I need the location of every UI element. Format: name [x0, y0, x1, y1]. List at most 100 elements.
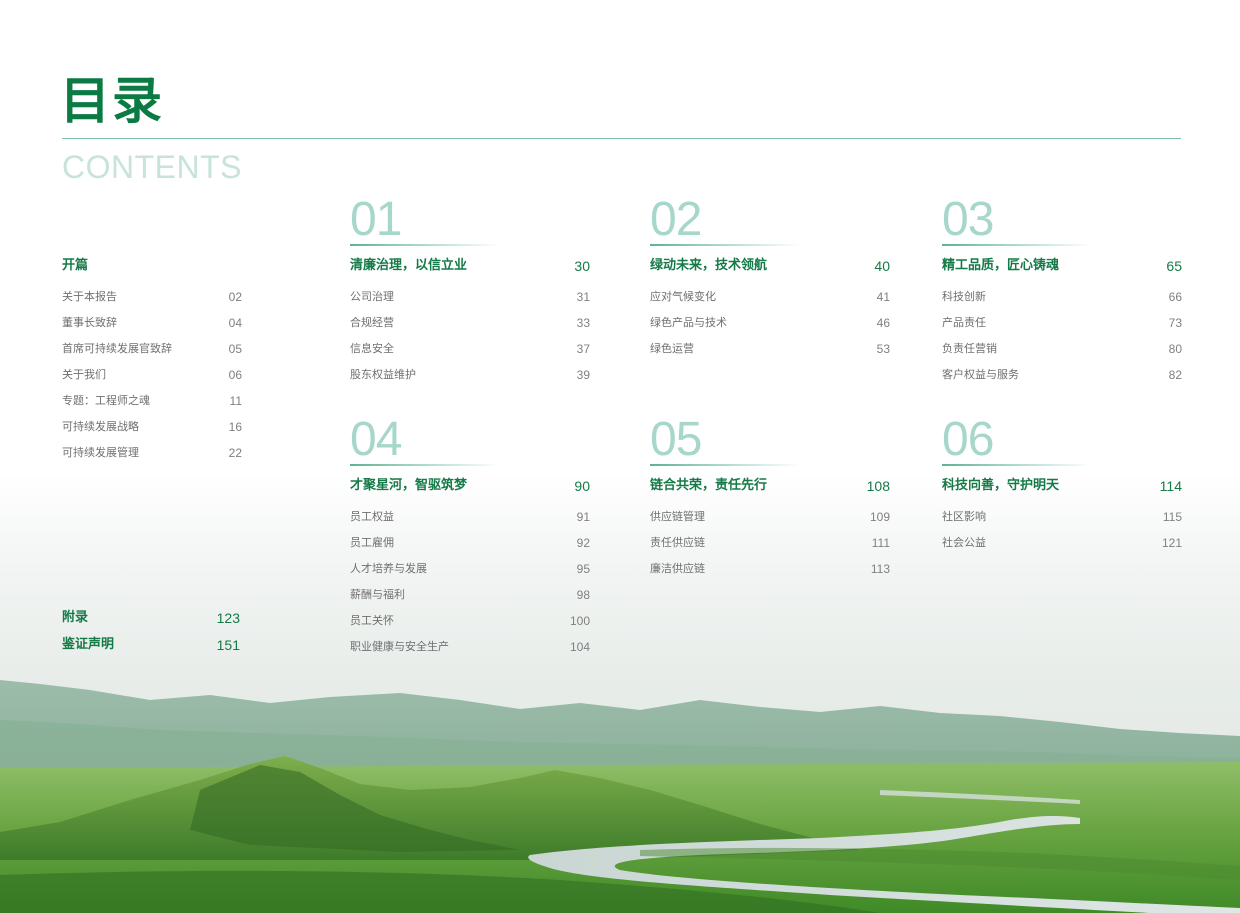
toc-item[interactable]: 首席可持续发展官致辞 05	[62, 342, 242, 368]
chapter-page: 90	[574, 477, 590, 494]
toc-item-page: 82	[1168, 367, 1182, 382]
chapter-title: 科技向善，守护明天	[942, 477, 1060, 493]
chapter-heading[interactable]: 链合共荣，责任先行 108	[650, 478, 890, 494]
toc-item-page: 92	[576, 535, 590, 550]
toc-item-page: 39	[576, 367, 590, 382]
toc-item-label: 员工关怀	[350, 613, 394, 627]
toc-item[interactable]: 应对气候变化 41	[650, 290, 890, 316]
chapter-04: 04 才聚星河，智驱筑梦 90 员工权益 91 员工雇佣 92 人才培养与发展 95 …	[350, 413, 590, 666]
toc-item-label: 员工权益	[350, 509, 394, 523]
toc-item[interactable]: 薪酬与福利 98	[350, 588, 590, 614]
toc-item[interactable]: 绿色产品与技术 46	[650, 316, 890, 342]
toc-item-page: 06	[228, 368, 242, 382]
toc-item-label: 董事长致辞	[62, 316, 117, 329]
toc-item-label: 关于我们	[62, 368, 106, 381]
toc-item-label: 股东权益维护	[350, 367, 416, 381]
toc-item-page: 22	[228, 446, 242, 460]
toc-item-page: 16	[228, 420, 242, 434]
toc-item-page: 73	[1168, 315, 1182, 330]
chapter-page: 40	[874, 257, 890, 274]
toc-item[interactable]: 股东权益维护 39	[350, 368, 590, 394]
toc-item[interactable]: 信息安全 37	[350, 342, 590, 368]
toc-item[interactable]: 可持续发展管理 22	[62, 446, 242, 472]
toc-item-label: 责任供应链	[650, 535, 705, 549]
toc-item[interactable]: 产品责任 73	[942, 316, 1182, 342]
chapter-title: 绿动未来，技术领航	[650, 257, 768, 273]
toc-item-page: 53	[876, 341, 890, 356]
toc-item-page: 11	[229, 394, 242, 408]
intro-section: 开篇 关于本报告 02 董事长致辞 04 首席可持续发展官致辞 05 关于我们 06 专…	[62, 258, 242, 472]
toc-item-label: 社区影响	[942, 509, 986, 523]
chapter-number: 04	[350, 413, 402, 466]
toc-item[interactable]: 人才培养与发展 95	[350, 562, 590, 588]
toc-item[interactable]: 责任供应链 111	[650, 536, 890, 562]
toc-item[interactable]: 可持续发展战略 16	[62, 420, 242, 446]
toc-item-label: 专题：工程师之魂	[62, 394, 150, 407]
toc-item-label: 产品责任	[942, 315, 986, 329]
chapter-number: 05	[650, 413, 702, 466]
toc-item[interactable]: 职业健康与安全生产 104	[350, 640, 590, 666]
chapter-title: 清廉治理，以信立业	[350, 257, 468, 273]
toc-item[interactable]: 员工权益 91	[350, 510, 590, 536]
chapter-03: 03 精工品质，匠心铸魂 65 科技创新 66 产品责任 73 负责任营销 80 客户…	[942, 193, 1182, 394]
intro-list: 关于本报告 02 董事长致辞 04 首席可持续发展官致辞 05 关于我们 06 专题：工…	[62, 290, 242, 472]
toc-item-page: 80	[1168, 341, 1182, 356]
toc-item-label: 薪酬与福利	[350, 587, 405, 601]
toc-item-page: 05	[228, 342, 242, 356]
toc-item-page: 33	[576, 315, 590, 330]
chapter-heading[interactable]: 科技向善，守护明天 114	[942, 478, 1182, 494]
chapter-list: 应对气候变化 41 绿色产品与技术 46 绿色运营 53	[650, 290, 890, 368]
chapter-number: 01	[350, 193, 402, 246]
toc-item[interactable]: 员工关怀 100	[350, 614, 590, 640]
toc-item[interactable]: 关于本报告 02	[62, 290, 242, 316]
chapter-list: 社区影响 115 社会公益 121	[942, 510, 1182, 562]
intro-heading[interactable]: 开篇	[62, 258, 242, 274]
toc-item[interactable]: 社区影响 115	[942, 510, 1182, 536]
chapter-heading[interactable]: 清廉治理，以信立业 30	[350, 258, 590, 274]
chapter-heading[interactable]: 精工品质，匠心铸魂 65	[942, 258, 1182, 274]
assurance-statement-entry[interactable]: 鉴证声明 151	[62, 637, 240, 653]
toc-item-page: 121	[1161, 535, 1182, 550]
chapter-heading[interactable]: 才聚星河，智驱筑梦 90	[350, 478, 590, 494]
toc-item[interactable]: 员工雇佣 92	[350, 536, 590, 562]
toc-item-label: 廉洁供应链	[650, 561, 705, 575]
toc-item-page: 98	[576, 587, 590, 602]
toc-item[interactable]: 科技创新 66	[942, 290, 1182, 316]
chapter-page: 108	[866, 477, 890, 494]
appendix-entry[interactable]: 附录 123	[62, 610, 240, 626]
toc-item[interactable]: 专题：工程师之魂 11	[62, 394, 242, 420]
toc-item-label: 首席可持续发展官致辞	[62, 342, 172, 355]
toc-item-label: 合规经营	[350, 315, 394, 329]
toc-item[interactable]: 供应链管理 109	[650, 510, 890, 536]
toc-item-label: 负责任营销	[942, 341, 997, 355]
toc-item[interactable]: 关于我们 06	[62, 368, 242, 394]
chapter-heading[interactable]: 绿动未来，技术领航 40	[650, 258, 890, 274]
toc-item[interactable]: 公司治理 31	[350, 290, 590, 316]
chapter-title: 精工品质，匠心铸魂	[942, 257, 1060, 273]
chapter-01: 01 清廉治理，以信立业 30 公司治理 31 合规经营 33 信息安全 37 股东权…	[350, 193, 590, 394]
toc-item-label: 绿色运营	[650, 341, 694, 355]
intro-heading-label: 开篇	[62, 258, 89, 273]
chapter-05: 05 链合共荣，责任先行 108 供应链管理 109 责任供应链 111 廉洁供应链…	[650, 413, 890, 588]
toc-item[interactable]: 负责任营销 80	[942, 342, 1182, 368]
chapter-number: 03	[942, 193, 994, 246]
toc-item-label: 供应链管理	[650, 509, 705, 523]
appendix-label: 附录	[62, 610, 89, 625]
toc-item-page: 46	[876, 315, 890, 330]
chapter-number: 06	[942, 413, 994, 466]
toc-item[interactable]: 廉洁供应链 113	[650, 562, 890, 588]
chapter-06: 06 科技向善，守护明天 114 社区影响 115 社会公益 121	[942, 413, 1182, 562]
chapter-list: 科技创新 66 产品责任 73 负责任营销 80 客户权益与服务 82	[942, 290, 1182, 394]
toc-item-page: 95	[576, 561, 590, 576]
toc-item[interactable]: 合规经营 33	[350, 316, 590, 342]
toc-item-page: 109	[869, 509, 890, 524]
toc-item[interactable]: 客户权益与服务 82	[942, 368, 1182, 394]
chapter-number: 02	[650, 193, 702, 246]
toc-item-page: 31	[576, 289, 590, 304]
chapter-title: 才聚星河，智驱筑梦	[350, 477, 468, 493]
toc-item[interactable]: 董事长致辞 04	[62, 316, 242, 342]
toc-item[interactable]: 社会公益 121	[942, 536, 1182, 562]
toc-item[interactable]: 绿色运营 53	[650, 342, 890, 368]
assurance-statement-page: 151	[216, 637, 240, 653]
toc-item-page: 100	[569, 613, 590, 628]
